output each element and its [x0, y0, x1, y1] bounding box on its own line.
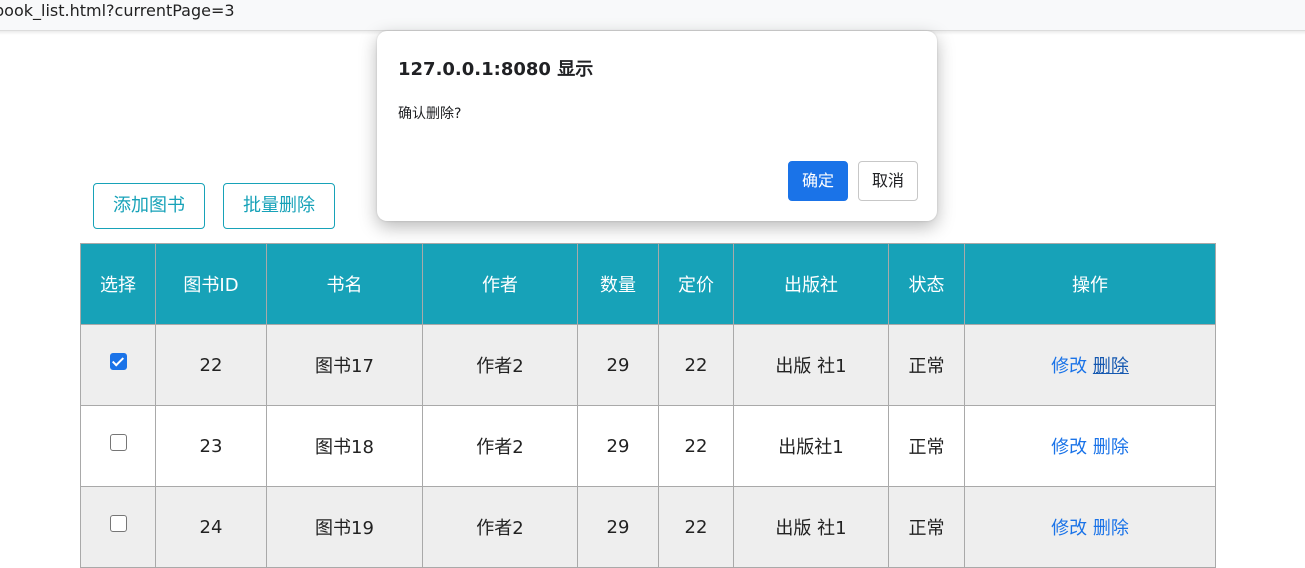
cancel-button[interactable]: 取消 — [858, 161, 918, 201]
select-cell — [80, 405, 156, 487]
header-book-id: 图书ID — [155, 243, 267, 325]
delete-link[interactable]: 删除 — [1093, 518, 1129, 539]
header-author: 作者 — [422, 243, 578, 325]
title-cell: 图书18 — [266, 405, 423, 487]
header-quantity: 数量 — [577, 243, 659, 325]
select-cell — [80, 486, 156, 568]
title-cell: 图书19 — [266, 486, 423, 568]
header-price: 定价 — [658, 243, 734, 325]
book-id-cell: 23 — [155, 405, 267, 487]
row-checkbox[interactable] — [109, 353, 127, 370]
table-row: 23 图书18 作者2 29 22 出版社1 正常 修改 删除 — [80, 405, 1216, 487]
title-cell: 图书17 — [266, 324, 423, 406]
add-book-button[interactable]: 添加图书 — [93, 183, 205, 229]
author-cell: 作者2 — [422, 486, 578, 568]
author-cell: 作者2 — [422, 405, 578, 487]
publisher-cell: 出版社1 — [733, 405, 889, 487]
quantity-cell: 29 — [577, 405, 659, 487]
price-cell: 22 — [658, 486, 734, 568]
edit-link[interactable]: 修改 — [1051, 437, 1087, 458]
header-actions: 操作 — [964, 243, 1216, 325]
confirm-dialog: 127.0.0.1:8080 显示 确认删除? 确定 取消 — [377, 31, 937, 221]
actions-cell: 修改 删除 — [964, 324, 1216, 406]
row-checkbox[interactable] — [109, 434, 127, 451]
header-publisher: 出版社 — [733, 243, 889, 325]
book-id-cell: 24 — [155, 486, 267, 568]
batch-delete-button[interactable]: 批量删除 — [223, 183, 335, 229]
price-cell: 22 — [658, 405, 734, 487]
price-cell: 22 — [658, 324, 734, 406]
delete-link[interactable]: 删除 — [1093, 356, 1129, 377]
select-cell — [80, 324, 156, 406]
quantity-cell: 29 — [577, 486, 659, 568]
table-header-row: 选择 图书ID 书名 作者 数量 定价 出版社 状态 操作 — [80, 243, 1216, 325]
table-row: 24 图书19 作者2 29 22 出版 社1 正常 修改 删除 — [80, 486, 1216, 568]
table-row: 22 图书17 作者2 29 22 出版 社1 正常 修改 删除 — [80, 324, 1216, 406]
ok-button[interactable]: 确定 — [788, 161, 848, 201]
edit-link[interactable]: 修改 — [1051, 518, 1087, 539]
dialog-message: 确认删除? — [398, 106, 462, 122]
header-status: 状态 — [888, 243, 965, 325]
quantity-cell: 29 — [577, 324, 659, 406]
delete-link[interactable]: 删除 — [1093, 437, 1129, 458]
publisher-cell: 出版 社1 — [733, 486, 889, 568]
row-checkbox[interactable] — [109, 515, 127, 532]
url-text[interactable]: book_list.html?currentPage=3 — [0, 0, 235, 22]
header-select: 选择 — [80, 243, 156, 325]
author-cell: 作者2 — [422, 324, 578, 406]
header-title: 书名 — [266, 243, 423, 325]
edit-link[interactable]: 修改 — [1051, 356, 1087, 377]
status-cell: 正常 — [888, 324, 965, 406]
actions-cell: 修改 删除 — [964, 486, 1216, 568]
book-table: 选择 图书ID 书名 作者 数量 定价 出版社 状态 操作 22 图书17 作者… — [80, 243, 1216, 568]
status-cell: 正常 — [888, 486, 965, 568]
browser-address-bar[interactable]: book_list.html?currentPage=3 — [0, 0, 1305, 31]
status-cell: 正常 — [888, 405, 965, 487]
actions-cell: 修改 删除 — [964, 405, 1216, 487]
publisher-cell: 出版 社1 — [733, 324, 889, 406]
book-id-cell: 22 — [155, 324, 267, 406]
dialog-title: 127.0.0.1:8080 显示 — [398, 59, 594, 80]
